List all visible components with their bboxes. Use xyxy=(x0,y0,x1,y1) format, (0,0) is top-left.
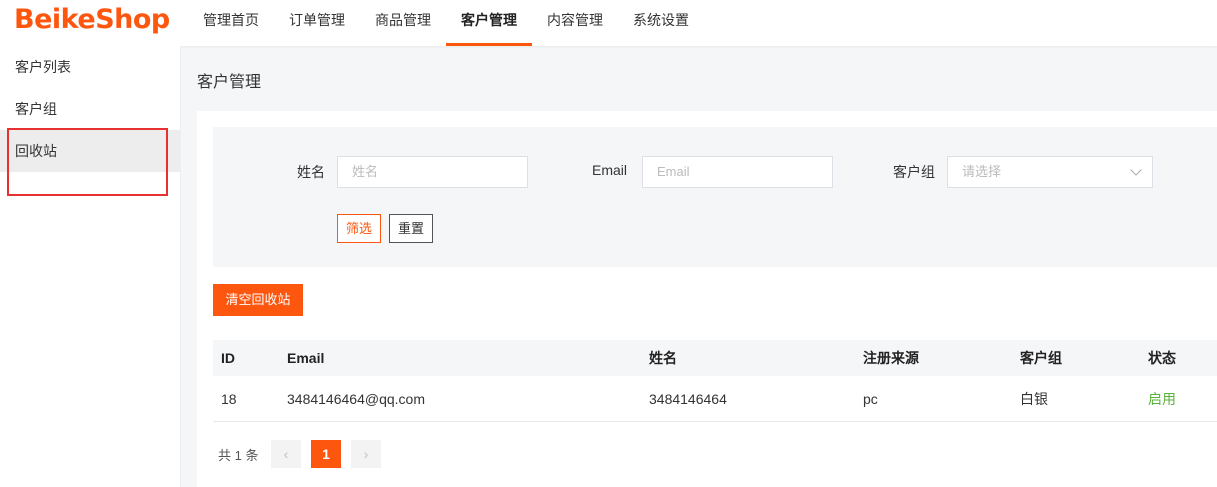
clear-recycle-bin-button[interactable]: 清空回收站 xyxy=(213,284,303,316)
pagination-next-button[interactable]: › xyxy=(351,440,381,468)
sidebar-item-customer-list[interactable]: 客户列表 xyxy=(0,46,180,88)
main-nav: 管理首页 订单管理 商品管理 客户管理 内容管理 系统设置 xyxy=(188,0,704,46)
chevron-down-icon xyxy=(1130,164,1142,176)
logo[interactable]: BeikeShop xyxy=(14,4,170,35)
top-navbar: BeikeShop 管理首页 订单管理 商品管理 客户管理 内容管理 系统设置 xyxy=(0,0,1217,46)
column-header-id: ID xyxy=(221,350,235,366)
customer-table: ID Email 姓名 注册来源 客户组 状态 18 3484146464@qq… xyxy=(213,340,1217,422)
column-header-email: Email xyxy=(287,350,325,366)
pagination-page-1[interactable]: 1 xyxy=(311,440,341,468)
cell-group: 白银 xyxy=(1020,391,1048,407)
reset-button[interactable]: 重置 xyxy=(389,214,434,243)
group-select-placeholder: 请选择 xyxy=(962,164,1002,179)
content-card: 姓名 姓名 Email Email 客户组 请选择 筛选 重置 清空回收站 ID… xyxy=(197,111,1217,487)
pagination: 共 1 条 ‹ 1 › xyxy=(213,439,513,469)
nav-item-orders[interactable]: 订单管理 xyxy=(274,0,360,46)
email-filter-label: Email xyxy=(592,162,628,178)
column-header-name: 姓名 xyxy=(649,350,677,366)
column-header-source: 注册来源 xyxy=(863,350,919,366)
column-header-status: 状态 xyxy=(1148,350,1176,366)
highlight-annotation-box xyxy=(7,128,168,196)
sidebar-item-customer-group[interactable]: 客户组 xyxy=(0,88,180,130)
pagination-total: 共 1 条 xyxy=(218,448,259,463)
nav-item-content[interactable]: 内容管理 xyxy=(532,0,618,46)
nav-item-settings[interactable]: 系统设置 xyxy=(618,0,704,46)
table-header: ID Email 姓名 注册来源 客户组 状态 xyxy=(213,340,1217,376)
filter-panel: 姓名 姓名 Email Email 客户组 请选择 筛选 重置 xyxy=(213,127,1217,267)
nav-item-customers[interactable]: 客户管理 xyxy=(446,0,532,46)
sidebar: 客户列表 客户组 回收站 xyxy=(0,46,181,487)
cell-name: 3484146464 xyxy=(649,391,727,407)
filter-button[interactable]: 筛选 xyxy=(337,214,382,243)
cell-id: 18 xyxy=(221,391,237,407)
table-row: 18 3484146464@qq.com 3484146464 pc 白银 启用 xyxy=(213,376,1217,422)
name-filter-label: 姓名 xyxy=(297,164,325,180)
email-filter-input[interactable]: Email xyxy=(642,156,833,188)
group-filter-select[interactable]: 请选择 xyxy=(947,156,1153,188)
status-badge: 启用 xyxy=(1148,391,1176,407)
group-filter-label: 客户组 xyxy=(893,164,935,180)
nav-item-products[interactable]: 商品管理 xyxy=(360,0,446,46)
nav-item-dashboard[interactable]: 管理首页 xyxy=(188,0,274,46)
pagination-prev-button[interactable]: ‹ xyxy=(271,440,301,468)
column-header-group: 客户组 xyxy=(1020,350,1062,366)
cell-email: 3484146464@qq.com xyxy=(287,391,425,407)
cell-source: pc xyxy=(863,391,878,407)
page-title: 客户管理 xyxy=(197,74,262,91)
name-filter-input[interactable]: 姓名 xyxy=(337,156,528,188)
